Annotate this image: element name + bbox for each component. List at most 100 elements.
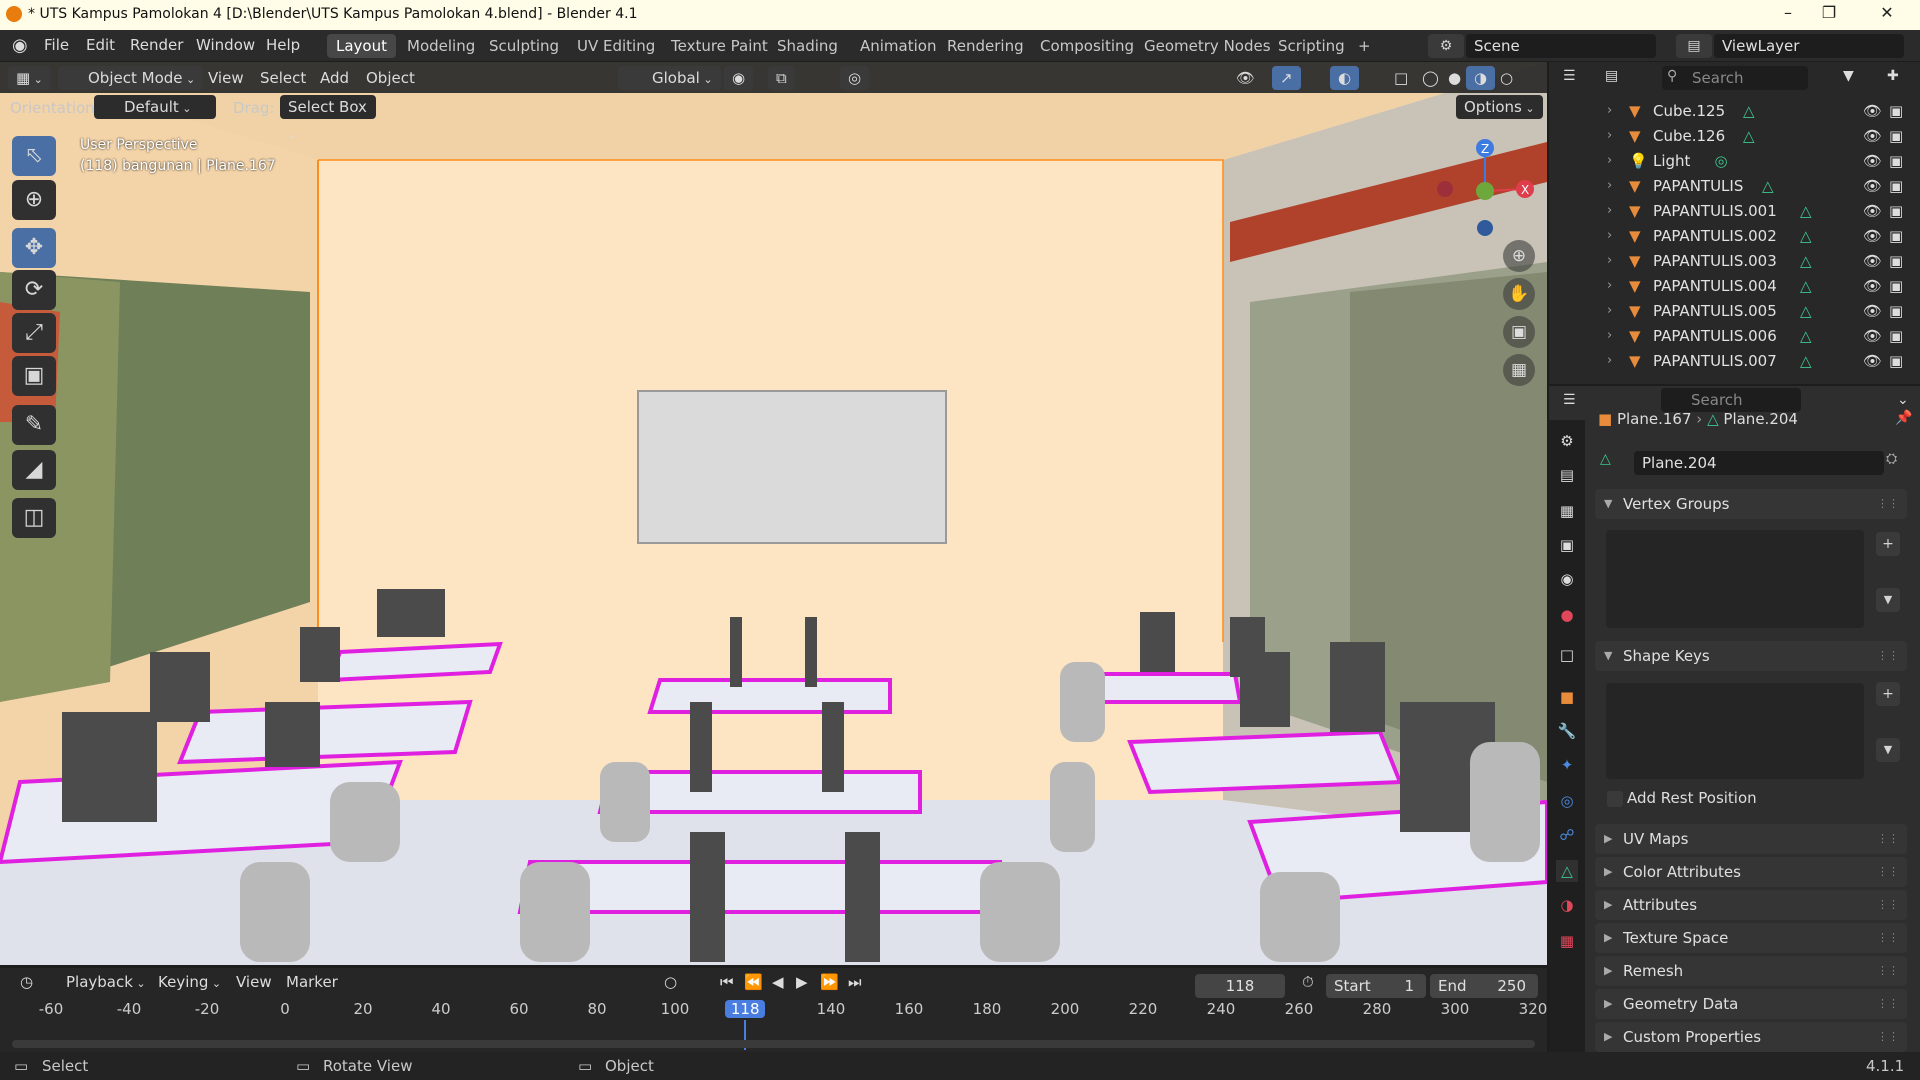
menu-window[interactable]: Window: [196, 30, 255, 61]
eye-icon[interactable]: 👁: [1863, 327, 1882, 345]
world-tab-icon[interactable]: ●: [1556, 604, 1578, 626]
menu-file[interactable]: File: [44, 30, 69, 61]
add-workspace-button[interactable]: +: [1349, 34, 1380, 58]
eye-icon[interactable]: 👁: [1863, 277, 1882, 295]
rotate-tool-icon[interactable]: ⟳: [12, 270, 56, 310]
outliner-row[interactable]: › ▼ Cube.125 △ 👁 ▣: [1549, 100, 1920, 125]
render-camera-icon[interactable]: ▣: [1889, 177, 1903, 195]
material-shading-icon[interactable]: ◑: [1466, 66, 1496, 90]
expand-chevron-icon[interactable]: ›: [1607, 353, 1612, 368]
outliner-row[interactable]: › ▼ PAPANTULIS △ 👁 ▣: [1549, 175, 1920, 200]
workspace-tab-sculpting[interactable]: Sculpting: [480, 34, 568, 58]
proportional-edit-icon[interactable]: ◎: [840, 66, 870, 90]
vertex-group-menu-button[interactable]: ▼: [1876, 588, 1900, 612]
outliner-row[interactable]: › 💡 Light ◎ 👁 ▣: [1549, 150, 1920, 175]
mesh-data-icon[interactable]: △: [1800, 202, 1812, 220]
custom-properties-panel-header[interactable]: ▶ Custom Properties ⋮⋮: [1595, 1022, 1907, 1052]
stopwatch-icon[interactable]: ⏱: [1294, 970, 1322, 994]
mesh-data-icon[interactable]: △: [1800, 352, 1812, 370]
scene-name-field[interactable]: Scene: [1466, 34, 1656, 58]
outliner-item-name[interactable]: PAPANTULIS.003: [1653, 252, 1777, 270]
view-layer-field[interactable]: ViewLayer: [1714, 34, 1904, 58]
gizmo-y-axis[interactable]: [1476, 182, 1494, 200]
workspace-tab-texture-paint[interactable]: Texture Paint: [662, 34, 777, 58]
outliner-item-name[interactable]: PAPANTULIS.001: [1653, 202, 1777, 220]
scene-tab-icon[interactable]: ◉: [1556, 568, 1578, 590]
outliner-row[interactable]: › ▼ PAPANTULIS.003 △ 👁 ▣: [1549, 250, 1920, 275]
outliner-row[interactable]: › ▼ PAPANTULIS.006 △ 👁 ▣: [1549, 325, 1920, 350]
mesh-data-tab-icon[interactable]: △: [1556, 860, 1578, 882]
texture-space-panel-header[interactable]: ▶ Texture Space ⋮⋮: [1595, 923, 1907, 953]
outliner-item-name[interactable]: Light: [1653, 152, 1690, 170]
pivot-icon[interactable]: ◉: [724, 66, 754, 90]
workspace-tab-uv-editing[interactable]: UV Editing: [568, 34, 664, 58]
constraints-tab-icon[interactable]: ☍: [1556, 824, 1578, 846]
eye-icon[interactable]: 👁: [1863, 202, 1882, 220]
outliner-row[interactable]: › ▼ PAPANTULIS.002 △ 👁 ▣: [1549, 225, 1920, 250]
pin-icon[interactable]: 📌: [1895, 410, 1912, 426]
properties-search-input[interactable]: Search: [1661, 388, 1801, 412]
menu-render[interactable]: Render: [130, 30, 183, 61]
shape-key-menu-button[interactable]: ▼: [1876, 738, 1900, 762]
workspace-tab-modeling[interactable]: Modeling: [398, 34, 484, 58]
properties-options-icon[interactable]: ⌄: [1897, 392, 1909, 408]
add-rest-position-checkbox[interactable]: [1607, 791, 1623, 807]
annotate-tool-icon[interactable]: ✎: [12, 405, 56, 445]
expand-chevron-icon[interactable]: ›: [1607, 178, 1612, 193]
mesh-data-icon[interactable]: △: [1762, 177, 1774, 195]
scene-browse-icon[interactable]: ⚙: [1428, 34, 1464, 58]
eye-icon[interactable]: 👁: [1863, 227, 1882, 245]
render-camera-icon[interactable]: ▣: [1889, 302, 1903, 320]
pan-hand-icon[interactable]: ✋: [1503, 278, 1535, 310]
shape-keys-panel-header[interactable]: ▼ Shape Keys ⋮⋮: [1595, 641, 1907, 671]
render-camera-icon[interactable]: ▣: [1889, 102, 1903, 120]
outliner-item-name[interactable]: PAPANTULIS: [1653, 177, 1743, 195]
gizmo-neg-z-axis[interactable]: [1477, 220, 1493, 236]
3d-viewport[interactable]: [0, 62, 1547, 965]
modifier-tab-icon[interactable]: 🔧: [1556, 720, 1578, 742]
expand-chevron-icon[interactable]: ›: [1607, 328, 1612, 343]
outliner-item-name[interactable]: PAPANTULIS.007: [1653, 352, 1777, 370]
outliner-editor-type-icon[interactable]: ☰: [1563, 68, 1576, 84]
add-vertex-group-button[interactable]: +: [1876, 532, 1900, 556]
tool-tab-icon[interactable]: ⚙: [1556, 430, 1578, 452]
auto-keying-icon[interactable]: ○: [656, 970, 685, 994]
select-tool-icon[interactable]: ⬁: [12, 136, 56, 176]
measure-tool-icon[interactable]: ◢: [12, 450, 56, 490]
editor-type-icon[interactable]: ▦: [8, 66, 51, 90]
mesh-data-icon[interactable]: △: [1800, 302, 1812, 320]
eye-icon[interactable]: 👁: [1863, 127, 1882, 145]
eye-icon[interactable]: 👁: [1863, 152, 1882, 170]
start-frame-field[interactable]: Start 1: [1326, 974, 1426, 998]
drag-dropdown[interactable]: Select Box: [280, 95, 376, 119]
filter-icon[interactable]: ▼: [1843, 68, 1854, 84]
transform-orientation-dropdown[interactable]: Global: [618, 66, 721, 90]
perspective-grid-icon[interactable]: ▦: [1503, 354, 1535, 386]
particles-tab-icon[interactable]: ✦: [1556, 754, 1578, 776]
eye-icon[interactable]: 👁: [1863, 352, 1882, 370]
expand-chevron-icon[interactable]: ›: [1607, 153, 1612, 168]
material-tab-icon[interactable]: ◑: [1556, 894, 1578, 916]
color-attributes-panel-header[interactable]: ▶ Color Attributes ⋮⋮: [1595, 857, 1907, 887]
render-camera-icon[interactable]: ▣: [1889, 127, 1903, 145]
end-frame-field[interactable]: End 250: [1430, 974, 1538, 998]
outliner-row[interactable]: › ▼ PAPANTULIS.004 △ 👁 ▣: [1549, 275, 1920, 300]
expand-chevron-icon[interactable]: ›: [1607, 203, 1612, 218]
fake-user-shield-icon[interactable]: ⛭: [1886, 451, 1897, 467]
render-camera-icon[interactable]: ▣: [1889, 227, 1903, 245]
uv-maps-panel-header[interactable]: ▶ UV Maps ⋮⋮: [1595, 824, 1907, 854]
expand-chevron-icon[interactable]: ›: [1607, 253, 1612, 268]
add-cube-tool-icon[interactable]: ◫: [12, 498, 56, 538]
outliner-row[interactable]: › ▼ PAPANTULIS.007 △ 👁 ▣: [1549, 350, 1920, 375]
snap-icon[interactable]: ⧉: [768, 66, 795, 90]
shape-keys-list[interactable]: [1606, 683, 1864, 779]
outliner-item-name[interactable]: PAPANTULIS.004: [1653, 277, 1777, 295]
eye-icon[interactable]: 👁: [1863, 302, 1882, 320]
playback-menu[interactable]: Playback: [58, 970, 154, 994]
visibility-icon[interactable]: 👁: [1228, 66, 1263, 90]
maximize-button[interactable]: ❐: [1818, 3, 1840, 25]
navigation-gizmo[interactable]: Z X: [1430, 136, 1540, 246]
vertex-groups-list[interactable]: [1606, 530, 1864, 628]
gizmo-toggle-icon[interactable]: ↗: [1272, 66, 1301, 90]
menu-help[interactable]: Help: [266, 30, 300, 61]
